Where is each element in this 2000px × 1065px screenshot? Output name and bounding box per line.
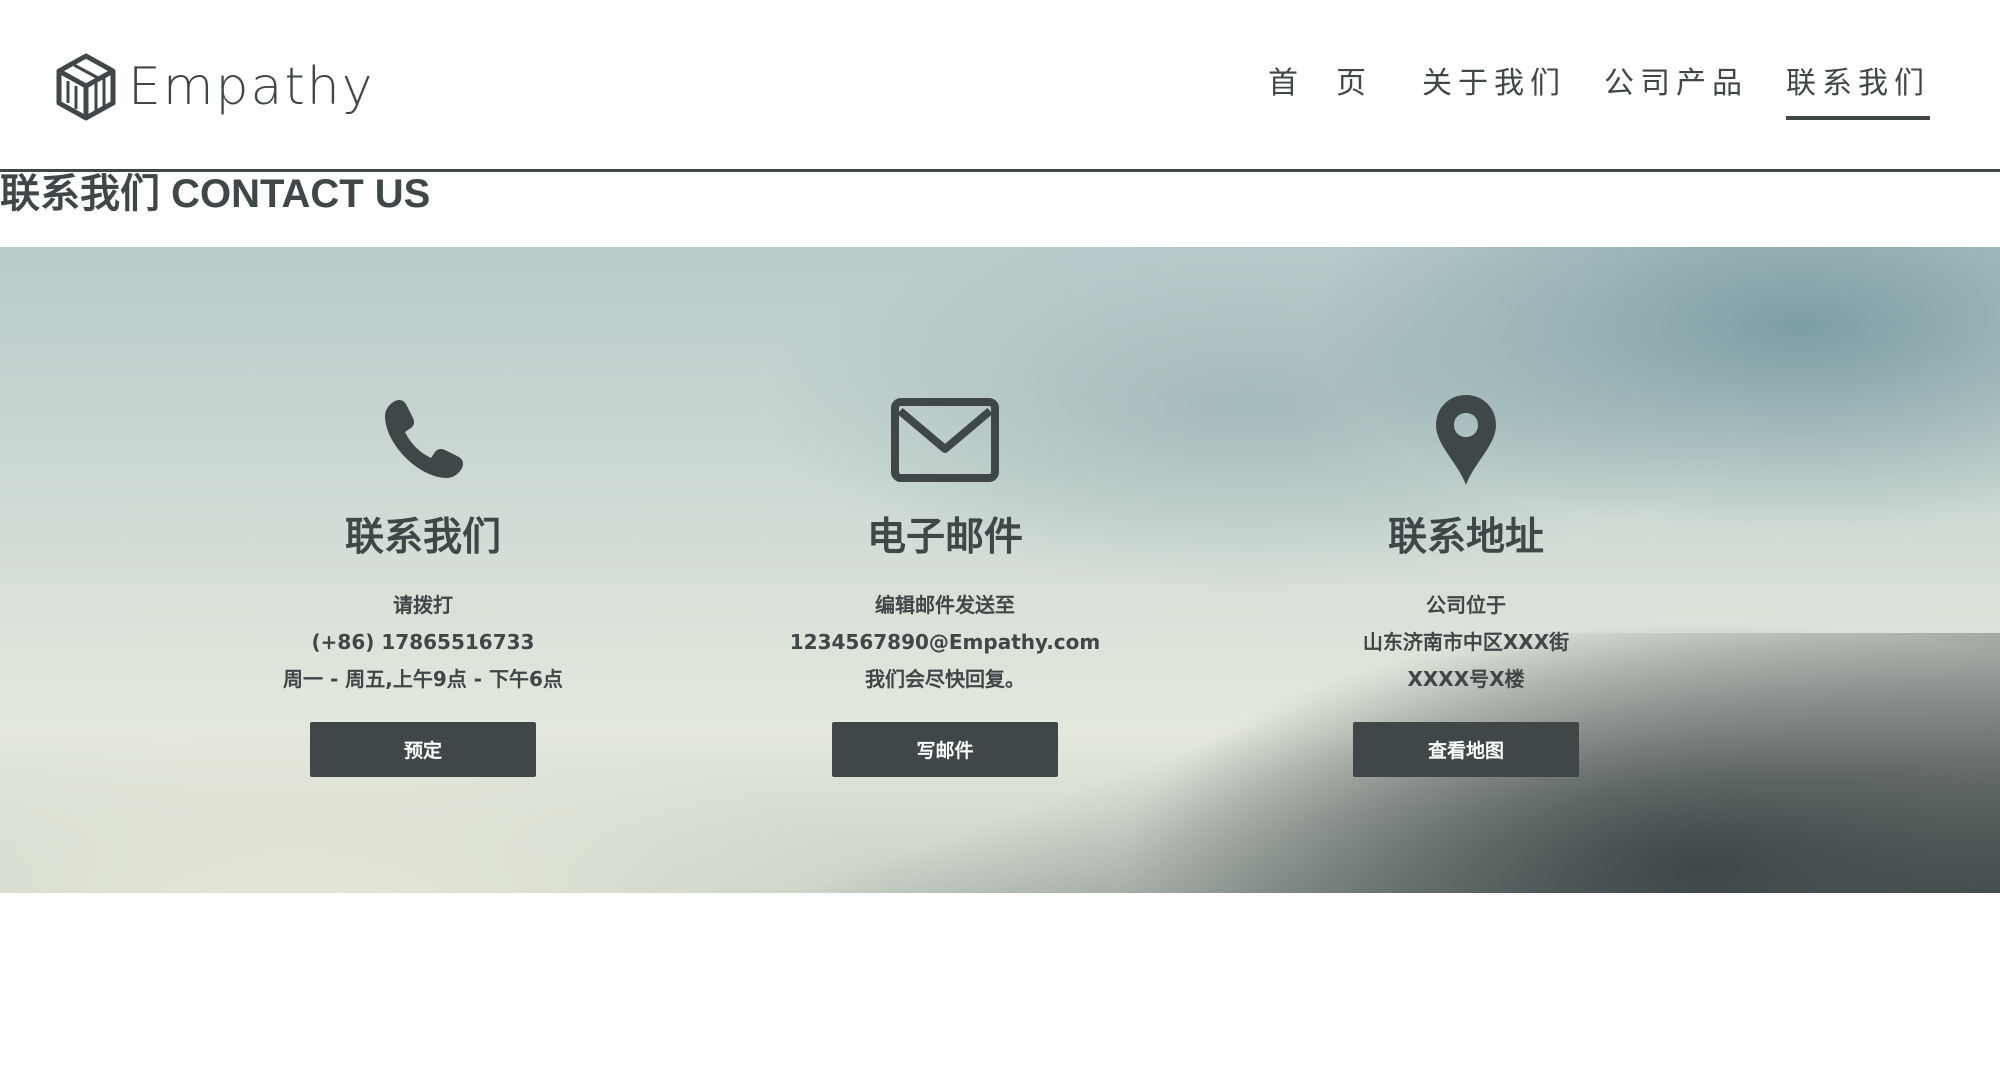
email-address: 1234567890@Empathy.com (789, 630, 1101, 654)
nav-item-about[interactable]: 关于我们 (1422, 58, 1566, 116)
contact-card-email: 电子邮件 编辑邮件发送至 1234567890@Empathy.com 我们会尽… (735, 247, 1155, 893)
logo-text: Empathy (128, 57, 375, 117)
write-email-button[interactable]: 写邮件 (832, 722, 1058, 777)
card-details: 公司位于 山东济南市中区XXX街 XXXX号X楼 (1256, 587, 1676, 698)
address-line: 山东济南市中区XXX街 (1362, 630, 1570, 654)
contact-card-address: 联系地址 公司位于 山东济南市中区XXX街 XXXX号X楼 查看地图 (1256, 247, 1676, 893)
card-line: 请拨打 (393, 593, 453, 617)
map-pin-icon (1406, 392, 1526, 487)
nav-item-products[interactable]: 公司产品 (1604, 58, 1748, 116)
view-map-button[interactable]: 查看地图 (1353, 722, 1579, 777)
nav-item-contact[interactable]: 联系我们 (1786, 58, 1930, 120)
card-title: 电子邮件 (866, 515, 1023, 560)
site-header: Empathy 首页 关于我们 公司产品 联系我们 (0, 0, 2000, 172)
card-details: 请拨打 (+86) 17865516733 周一 - 周五,上午9点 - 下午6… (213, 587, 633, 698)
card-line: 编辑邮件发送至 (875, 593, 1015, 617)
phone-number: (+86) 17865516733 (311, 630, 535, 654)
card-title: 联系我们 (344, 515, 501, 560)
site-logo[interactable]: Empathy (56, 52, 375, 122)
contact-band: 联系我们 请拨打 (+86) 17865516733 周一 - 周五,上午9点 … (0, 247, 2000, 893)
isometric-cube-logo-icon (56, 53, 116, 121)
business-hours: 周一 - 周五,上午9点 - 下午6点 (283, 667, 563, 691)
contact-page: Empathy 首页 关于我们 公司产品 联系我们 联系我们 CONTACT U… (0, 0, 2000, 1065)
phone-icon (363, 392, 483, 487)
page-title: 联系我们 CONTACT US (0, 172, 431, 216)
envelope-icon (885, 392, 1005, 487)
nav-item-home[interactable]: 首页 (1268, 58, 1404, 116)
main-nav: 首页 关于我们 公司产品 联系我们 (1268, 58, 1930, 120)
book-button[interactable]: 预定 (310, 722, 536, 777)
card-line: 公司位于 (1426, 593, 1506, 617)
card-title: 联系地址 (1387, 515, 1544, 560)
card-line: 我们会尽快回复。 (865, 667, 1025, 691)
contact-card-phone: 联系我们 请拨打 (+86) 17865516733 周一 - 周五,上午9点 … (213, 247, 633, 893)
address-line: XXXX号X楼 (1407, 667, 1525, 691)
card-details: 编辑邮件发送至 1234567890@Empathy.com 我们会尽快回复。 (735, 587, 1155, 698)
